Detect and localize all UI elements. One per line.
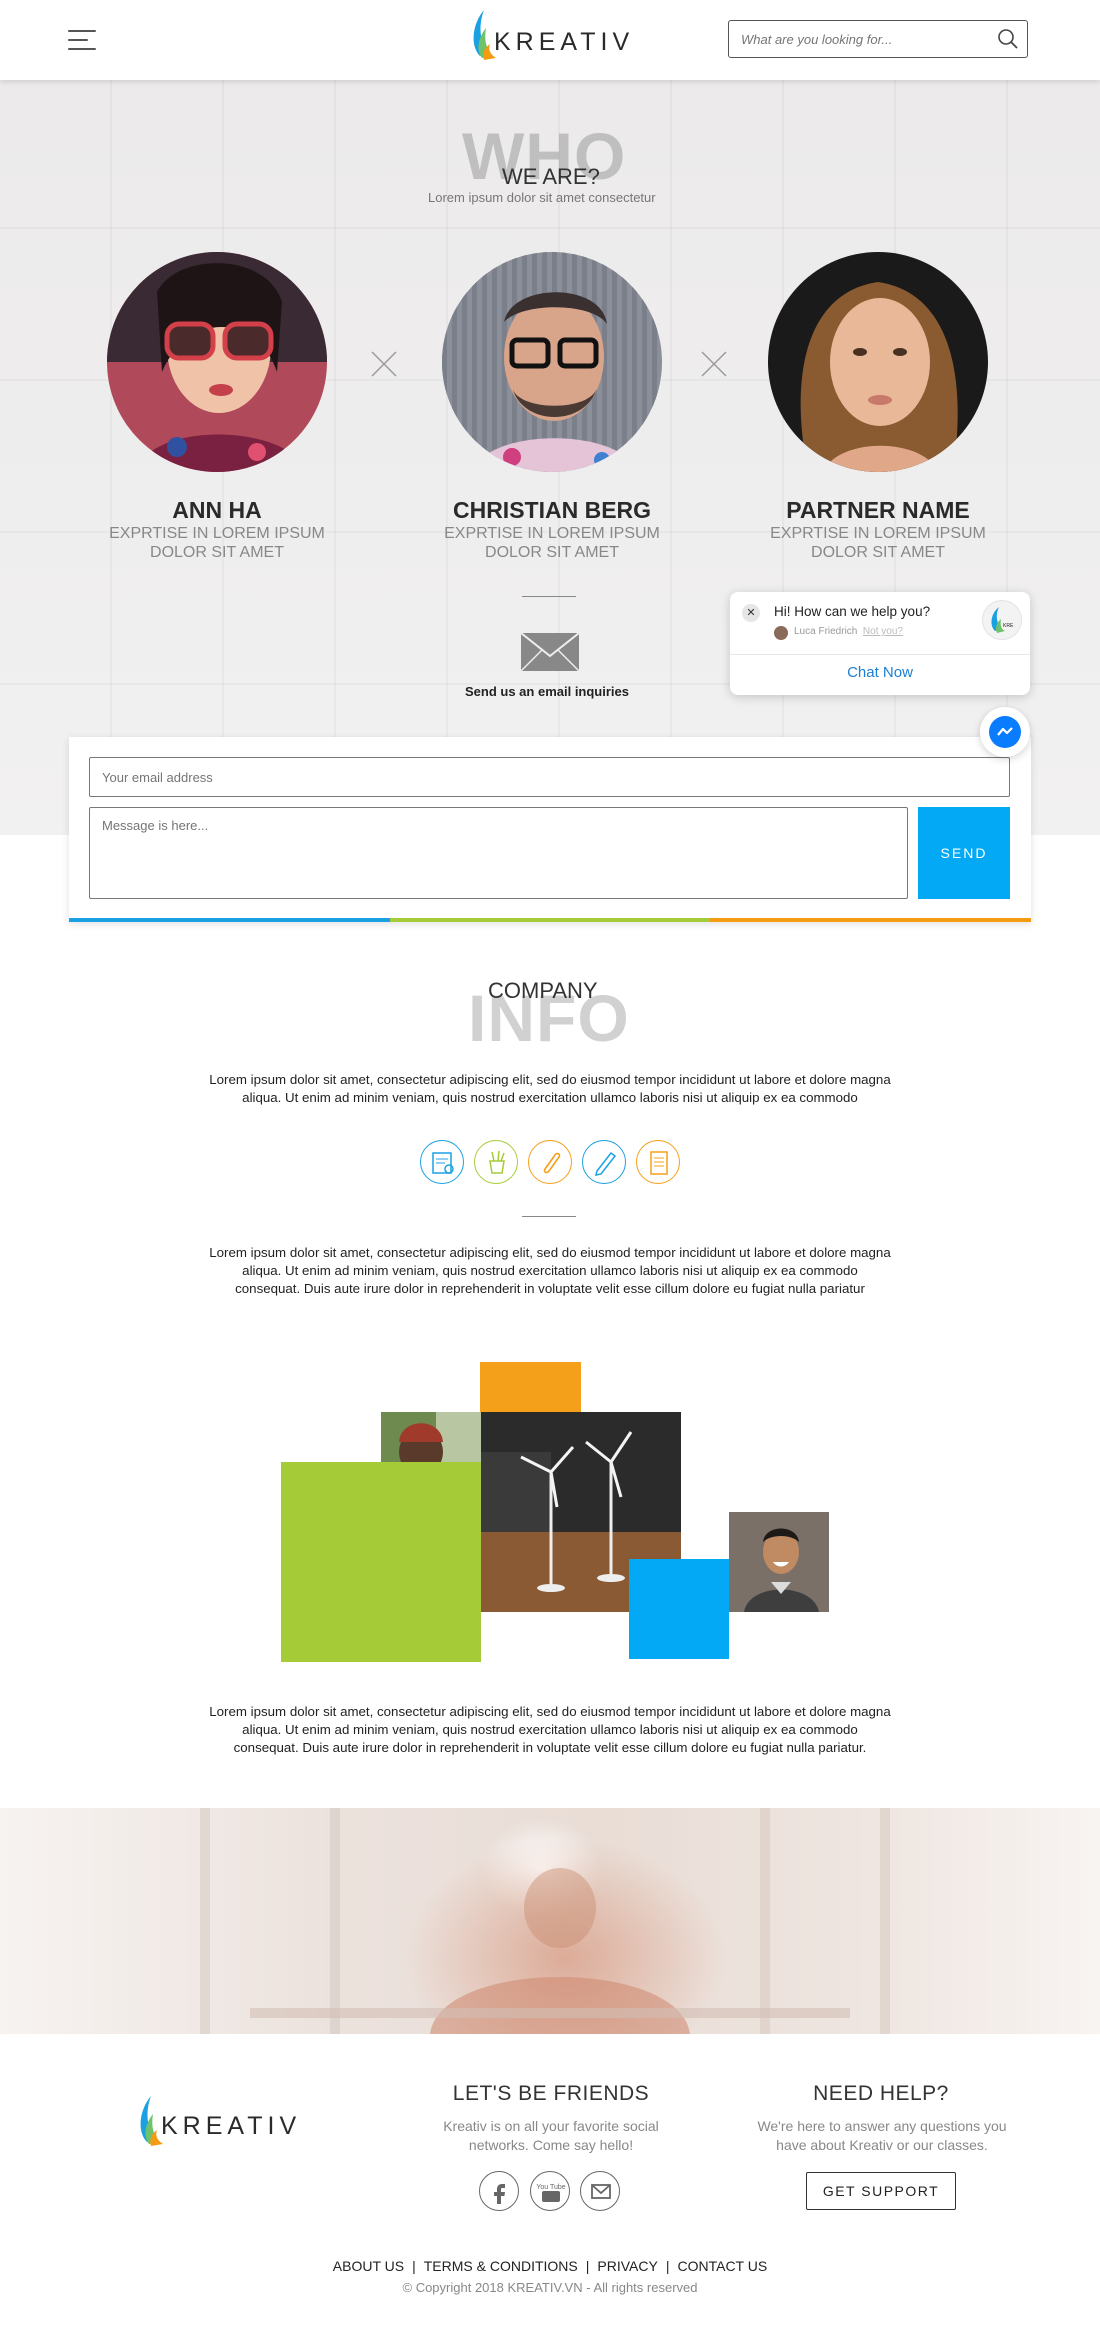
footer-links: ABOUT US | TERMS & CONDITIONS | PRIVACY | CONT… <box>0 2258 1100 2274</box>
facebook-icon[interactable] <box>479 2171 519 2211</box>
chat-widget: ✕ Hi! How can we help you? Luca Friedric… <box>730 592 1030 695</box>
brand-name: KREATIV <box>494 28 635 56</box>
messenger-button[interactable] <box>980 707 1030 757</box>
contact-form: SEND <box>69 737 1031 922</box>
chat-user-line: Luca Friedrich Not you? <box>794 626 903 637</box>
person-role-line: DOLOR SIT AMET <box>485 544 619 561</box>
person-role: EXPRTISE IN LOREM IPSUM DOLOR SIT AMET <box>402 524 702 562</box>
link-separator: | <box>665 2258 670 2274</box>
company-paragraph: Lorem ipsum dolor sit amet, consectetur … <box>209 1245 891 1296</box>
chat-user-avatar <box>774 626 788 640</box>
chat-logo-text: KRE <box>1003 623 1014 629</box>
search-icon[interactable] <box>997 28 1019 50</box>
person-name: CHRISTIAN BERG <box>452 497 652 523</box>
youtube-icon[interactable]: You Tube <box>530 2171 570 2211</box>
close-x-icon <box>701 351 727 377</box>
privacy-link[interactable]: PRIVACY <box>597 2258 657 2274</box>
pen-icon[interactable] <box>582 1140 626 1184</box>
avatar-partner <box>768 252 988 472</box>
who-tagline: Lorem ipsum dolor sit amet consectetur <box>428 190 656 205</box>
terms-link[interactable]: TERMS & CONDITIONS <box>424 2258 578 2274</box>
kreativ-logo-icon: KRE <box>991 607 1014 633</box>
accent-bar-orange <box>710 918 1031 922</box>
company-paragraph: Lorem ipsum dolor sit amet, consectetur … <box>209 1704 891 1755</box>
not-you-link[interactable]: Not you? <box>863 626 903 637</box>
search-box[interactable] <box>728 20 1028 58</box>
search-input[interactable] <box>741 30 991 48</box>
person-role-line: EXPRTISE IN LOREM IPSUM <box>444 525 660 542</box>
accent-bar-blue <box>69 918 390 922</box>
close-icon[interactable]: ✕ <box>742 604 760 622</box>
person-name: PARTNER NAME <box>786 497 970 523</box>
person-role-line: EXPRTISE IN LOREM IPSUM <box>109 525 325 542</box>
who-subtitle: WE ARE? <box>502 164 600 189</box>
person-role: EXPRTISE IN LOREM IPSUM DOLOR SIT AMET <box>728 524 1028 562</box>
certificate-icon[interactable] <box>420 1140 464 1184</box>
help-heading: NEED HELP? <box>813 2082 949 2105</box>
person-role-line: DOLOR SIT AMET <box>150 544 284 561</box>
contact-us-link[interactable]: CONTACT US <box>677 2258 767 2274</box>
copyright-text: © Copyright 2018 KREATIV.VN - All rights… <box>402 2280 698 2295</box>
brand-logo[interactable]: KREATIV <box>468 6 638 62</box>
chat-user-name: Luca Friedrich <box>794 626 858 637</box>
brand-name: KREATIV <box>161 2112 302 2140</box>
chat-divider <box>730 654 1030 655</box>
mail-icon[interactable] <box>580 2171 620 2211</box>
email-inquiry-label[interactable]: Send us an email inquiries <box>465 684 629 699</box>
hamburger-menu-icon[interactable] <box>68 30 98 50</box>
company-label: COMPANY <box>488 978 598 1003</box>
about-us-link[interactable]: ABOUT US <box>333 2258 404 2274</box>
person-role: EXPRTISE IN LOREM IPSUM DOLOR SIT AMET <box>67 524 367 562</box>
avatar-ann-ha <box>107 252 327 472</box>
friends-heading: LET'S BE FRIENDS <box>452 2082 650 2105</box>
help-text: We're here to answer any questions you h… <box>757 2118 1007 2153</box>
send-button[interactable]: SEND <box>918 807 1010 899</box>
section-divider <box>522 596 576 597</box>
get-support-button[interactable]: GET SUPPORT <box>806 2172 956 2210</box>
pencil-cup-icon[interactable] <box>474 1140 518 1184</box>
collage-photo-smiling-man <box>729 1512 829 1612</box>
paperclip-icon[interactable] <box>528 1140 572 1184</box>
site-header: KREATIV <box>0 0 1100 80</box>
email-field[interactable] <box>89 757 1010 797</box>
notebook-icon[interactable] <box>636 1140 680 1184</box>
section-divider <box>522 1216 576 1217</box>
chat-now-button[interactable]: Chat Now <box>730 664 1030 681</box>
footer-logo[interactable]: KREATIV <box>135 2092 315 2152</box>
accent-bar-green <box>390 918 710 922</box>
avatar-christian-berg <box>442 252 662 472</box>
person-role-line: DOLOR SIT AMET <box>811 544 945 561</box>
chat-greeting: Hi! How can we help you? <box>774 604 931 619</box>
youtube-label: You Tube <box>536 2184 565 2191</box>
messenger-icon <box>989 716 1021 748</box>
close-x-icon <box>371 351 397 377</box>
link-separator: | <box>585 2258 590 2274</box>
message-field[interactable] <box>89 807 908 899</box>
chat-brand-logo: KRE <box>982 600 1022 640</box>
person-role-line: EXPRTISE IN LOREM IPSUM <box>770 525 986 542</box>
envelope-icon[interactable] <box>520 632 580 672</box>
hero-banner-image <box>0 1808 1100 2034</box>
friends-text: Kreativ is on all your favorite social n… <box>443 2118 659 2153</box>
person-name: ANN HA <box>172 497 262 523</box>
link-separator: | <box>412 2258 416 2274</box>
collage-blue-block <box>629 1559 729 1659</box>
collage-green-block <box>281 1462 481 1662</box>
company-paragraph: Lorem ipsum dolor sit amet, consectetur … <box>209 1072 891 1105</box>
